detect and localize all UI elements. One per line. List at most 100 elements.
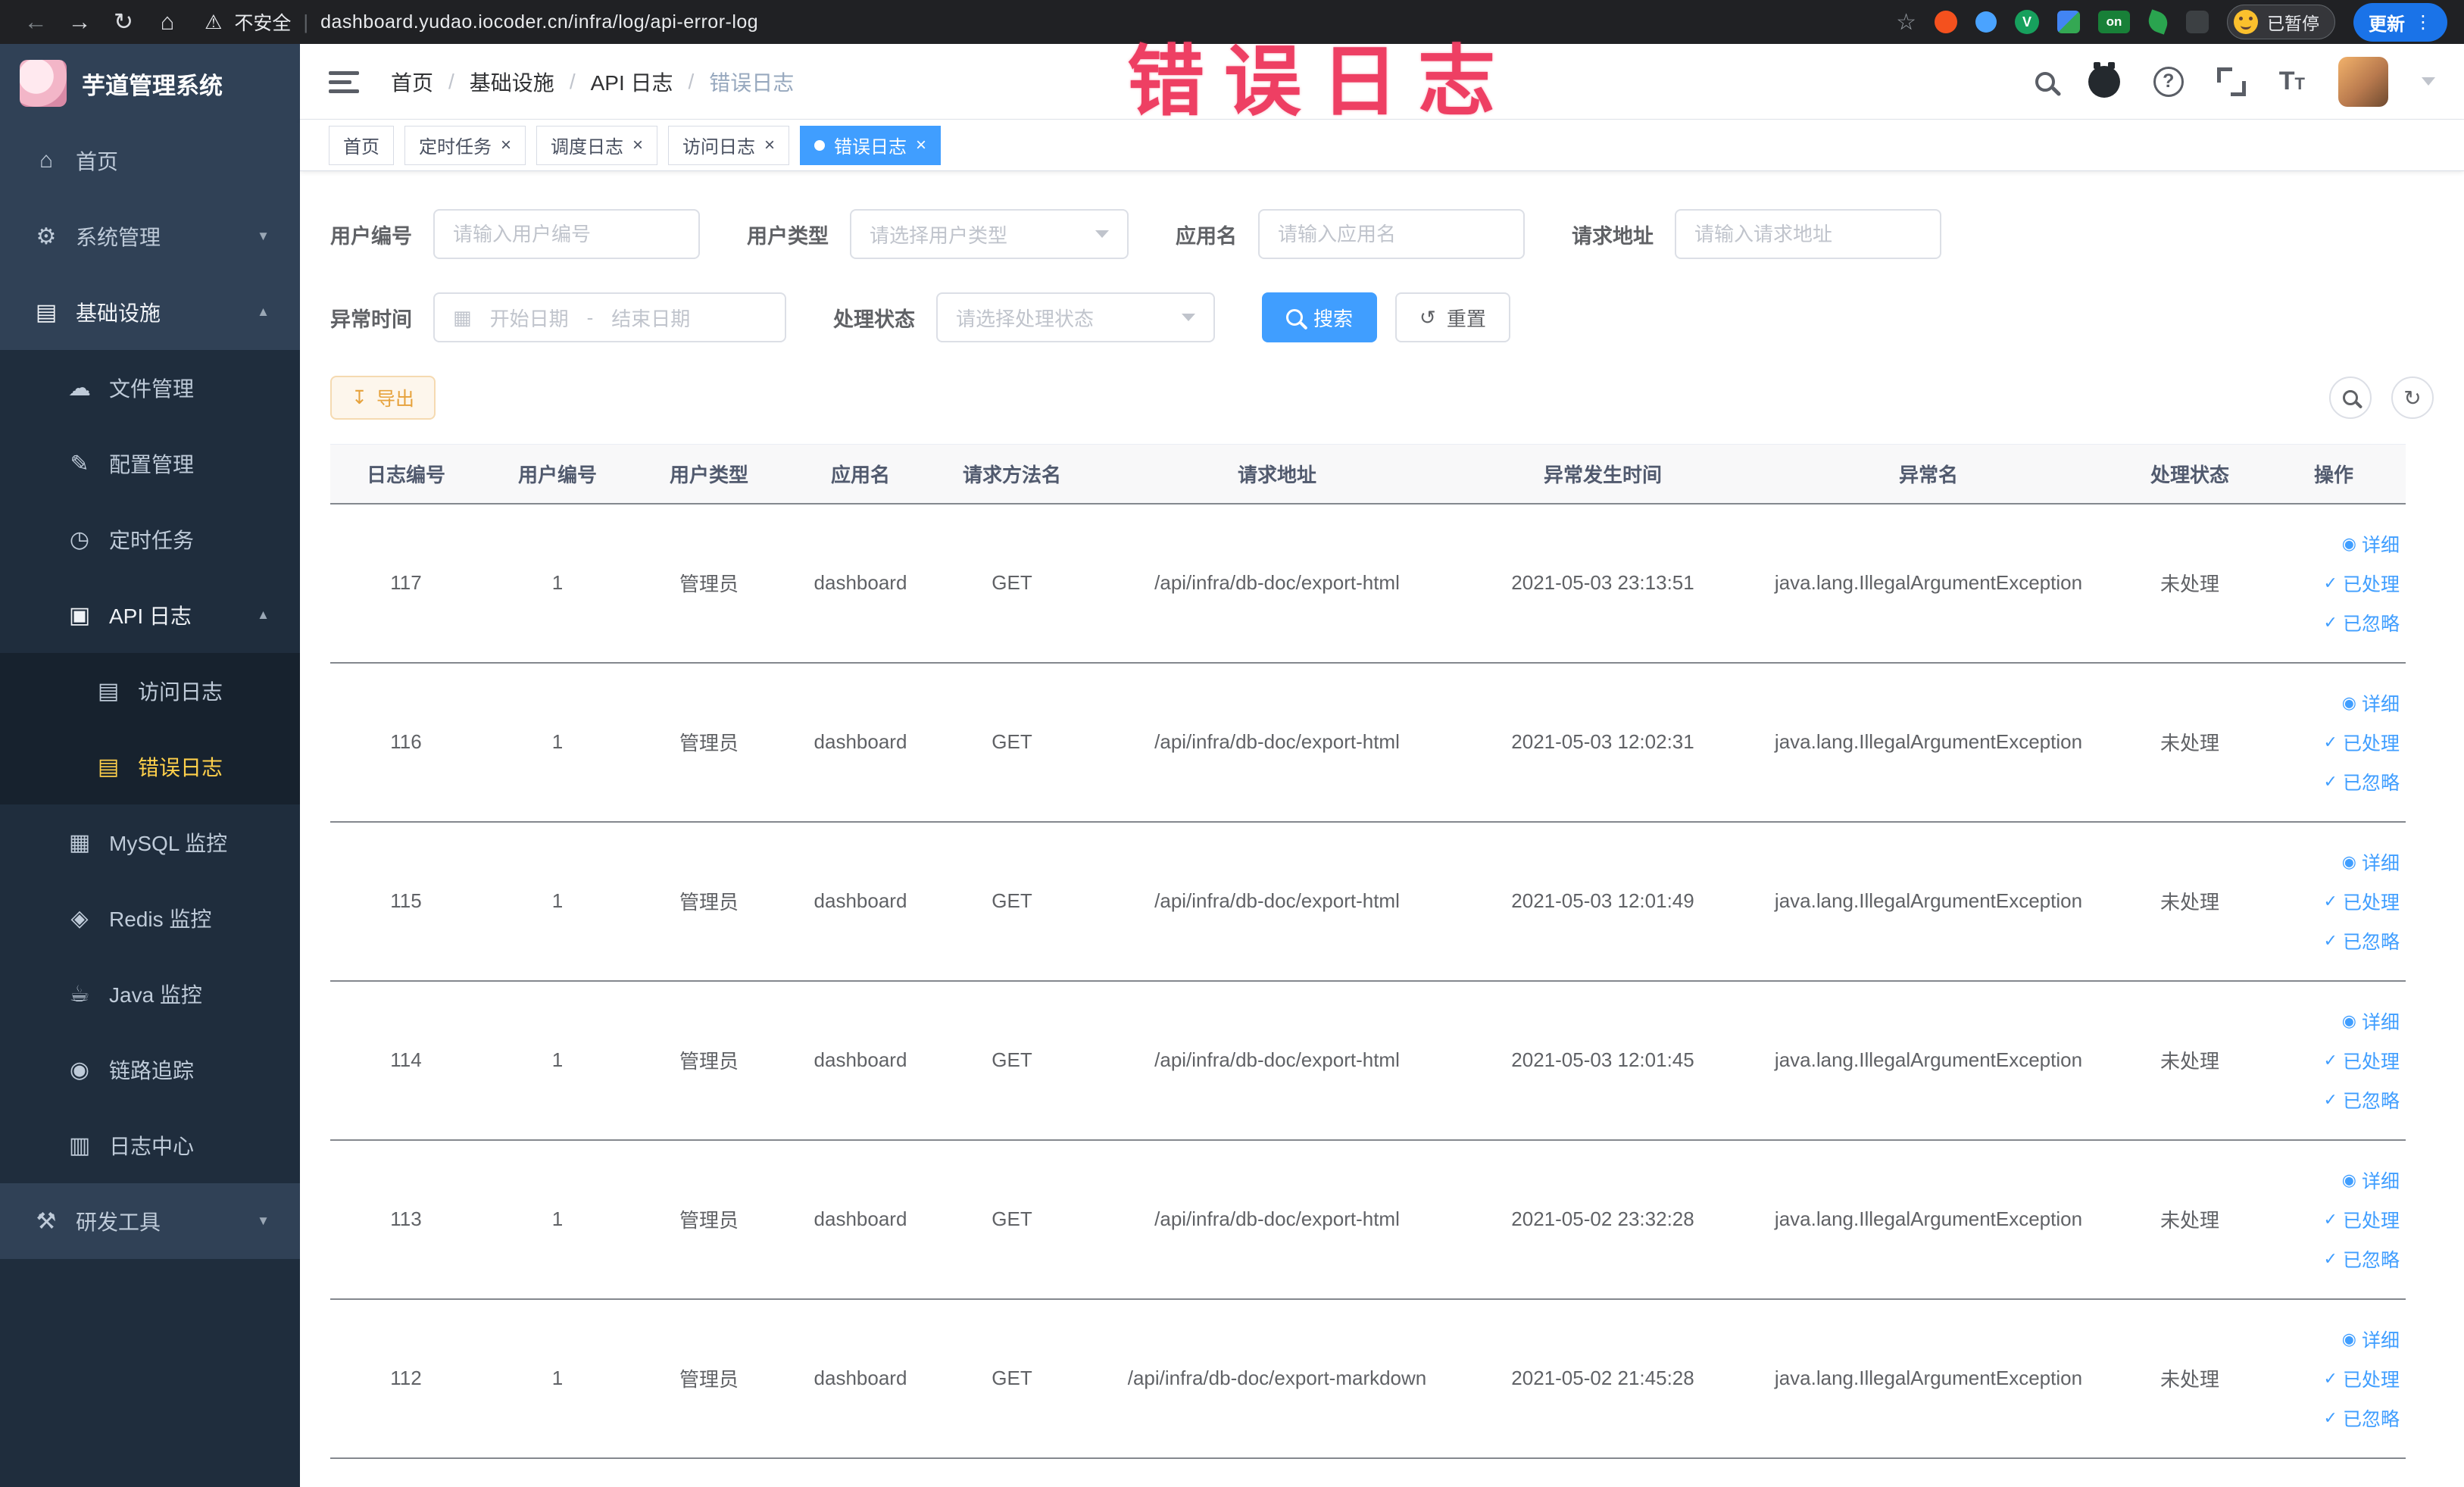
sidebar-item-tracing[interactable]: ◉ 链路追踪 xyxy=(0,1032,300,1107)
app-name-input[interactable] xyxy=(1258,209,1525,259)
sidebar-item-infrastructure[interactable]: ▤ 基础设施 ▲ xyxy=(0,274,300,350)
breadcrumb-item[interactable]: 首页 xyxy=(391,67,433,97)
paused-badge[interactable]: 已暂停 xyxy=(2227,5,2335,39)
sidebar-item-error-log[interactable]: ▤ 错误日志 xyxy=(0,729,300,804)
cell-status: 未处理 xyxy=(2118,662,2262,823)
reset-button[interactable]: ↺ 重置 xyxy=(1395,292,1510,342)
extension-icon[interactable] xyxy=(2057,11,2080,33)
browser-forward-icon[interactable]: → xyxy=(61,8,98,36)
tab-close-icon[interactable]: × xyxy=(501,136,511,155)
browser-update-button[interactable]: 更新 ⋮ xyxy=(2353,2,2447,42)
sidebar-item-redis-monitor[interactable]: ◈ Redis 监控 xyxy=(0,880,300,956)
tab-error-log[interactable]: 错误日志 × xyxy=(800,125,942,165)
page-url[interactable]: dashboard.yudao.iocoder.cn/infra/log/api… xyxy=(320,11,758,33)
github-icon[interactable] xyxy=(2088,61,2120,98)
app-title: 芋道管理系统 xyxy=(82,72,223,99)
help-icon[interactable]: ? xyxy=(2153,66,2184,97)
browser-refresh-icon[interactable]: ↻ xyxy=(105,8,142,36)
extension-icon[interactable] xyxy=(1975,11,1997,33)
tab-access-log[interactable]: 访问日志 × xyxy=(668,125,790,165)
user-type-select[interactable]: 请选择用户类型 xyxy=(850,209,1129,259)
cell-user-id: 1 xyxy=(482,662,633,823)
mark-ignored-link[interactable]: ✓ 已忽略 xyxy=(2324,927,2400,954)
tab-home[interactable]: 首页 xyxy=(329,125,394,165)
avatar-caret-icon[interactable] xyxy=(2422,77,2435,86)
detail-link[interactable]: ◉ 详细 xyxy=(2342,689,2400,717)
extension-icon[interactable]: on xyxy=(2098,11,2130,33)
mark-processed-link[interactable]: ✓ 已处理 xyxy=(2324,1365,2400,1392)
chevron-down-icon: ▼ xyxy=(257,229,270,243)
search-toggle-button[interactable] xyxy=(2329,376,2372,419)
sidebar-item-config-management[interactable]: ✎ 配置管理 xyxy=(0,426,300,501)
sidebar-item-mysql-monitor[interactable]: ▦ MySQL 监控 xyxy=(0,804,300,880)
bookmark-star-icon[interactable]: ☆ xyxy=(1896,9,1916,36)
tab-close-icon[interactable]: × xyxy=(916,136,926,155)
cell-method: GET xyxy=(936,980,1088,1141)
user-id-input[interactable] xyxy=(433,209,700,259)
fullscreen-icon[interactable] xyxy=(2216,67,2246,96)
mark-ignored-link[interactable]: ✓ 已忽略 xyxy=(2324,1404,2400,1432)
process-status-select[interactable]: 请选择处理状态 xyxy=(936,292,1215,342)
sidebar-item-log-center[interactable]: ▥ 日志中心 xyxy=(0,1107,300,1183)
tab-schedule-log[interactable]: 调度日志 × xyxy=(536,125,658,165)
column-header: 用户编号 xyxy=(482,444,633,505)
export-button[interactable]: ↧ 导出 xyxy=(330,376,436,420)
browser-back-icon[interactable]: ← xyxy=(17,8,55,36)
check-icon: ✓ xyxy=(2323,1248,2338,1268)
filter-exception-time: 异常时间 ▦ 开始日期 - 结束日期 xyxy=(330,292,786,342)
extension-icon[interactable]: V xyxy=(2015,10,2039,34)
extension-icon[interactable] xyxy=(2186,11,2209,33)
extension-icon[interactable] xyxy=(1935,11,1957,33)
detail-link[interactable]: ◉ 详细 xyxy=(2342,530,2400,558)
sidebar-item-java-monitor[interactable]: ☕ Java 监控 xyxy=(0,956,300,1032)
refresh-button[interactable]: ↻ xyxy=(2391,376,2434,419)
hamburger-icon[interactable] xyxy=(329,70,359,94)
cell-url: /api/infra/db-doc/export-html xyxy=(1088,821,1466,982)
breadcrumb-item[interactable]: API 日志 xyxy=(591,67,673,97)
filter-row-1: 用户编号 用户类型 请选择用户类型 应用名 请求地址 xyxy=(330,209,2434,259)
logo-image xyxy=(20,60,67,107)
detail-link[interactable]: ◉ 详细 xyxy=(2342,1326,2400,1353)
mark-processed-link[interactable]: ✓ 已处理 xyxy=(2324,1206,2400,1233)
request-url-input[interactable] xyxy=(1675,209,1941,259)
export-button-label: 导出 xyxy=(376,389,414,410)
sidebar-item-file-management[interactable]: ☁ 文件管理 xyxy=(0,350,300,426)
mark-ignored-link[interactable]: ✓ 已忽略 xyxy=(2324,768,2400,795)
mark-processed-link[interactable]: ✓ 已处理 xyxy=(2324,888,2400,915)
table-toolbar: ↧ 导出 ↻ xyxy=(330,376,2434,420)
sidebar-item-system-management[interactable]: ⚙ 系统管理 ▼ xyxy=(0,198,300,274)
detail-link[interactable]: ◉ 详细 xyxy=(2342,1167,2400,1194)
mark-processed-link[interactable]: ✓ 已处理 xyxy=(2324,1047,2400,1074)
tab-close-icon[interactable]: × xyxy=(632,136,643,155)
sidebar-item-home[interactable]: ⌂ 首页 xyxy=(0,123,300,198)
search-button[interactable]: 搜索 xyxy=(1262,292,1378,342)
mark-processed-link[interactable]: ✓ 已处理 xyxy=(2324,729,2400,756)
search-icon[interactable] xyxy=(2035,71,2055,92)
mark-ignored-link[interactable]: ✓ 已忽略 xyxy=(2324,609,2400,636)
sidebar-item-scheduled-jobs[interactable]: ◷ 定时任务 xyxy=(0,501,300,577)
address-bar[interactable]: ⚠ 不安全 | dashboard.yudao.iocoder.cn/infra… xyxy=(205,8,758,36)
check-icon: ✓ xyxy=(2323,612,2338,632)
mark-ignored-link[interactable]: ✓ 已忽略 xyxy=(2324,1245,2400,1273)
eye-icon: ◉ xyxy=(2341,533,2356,553)
extension-icon[interactable] xyxy=(2145,9,2171,35)
tab-close-icon[interactable]: × xyxy=(764,136,775,155)
mark-ignored-link[interactable]: ✓ 已忽略 xyxy=(2324,1086,2400,1114)
sidebar-item-api-logs[interactable]: ▣ API 日志 ▲ xyxy=(0,577,300,653)
tab-label: 错误日志 xyxy=(834,137,907,158)
sidebar-item-dev-tools[interactable]: ⚒ 研发工具 ▼ xyxy=(0,1183,300,1259)
breadcrumb-item[interactable]: 基础设施 xyxy=(470,67,554,97)
log-center-icon: ▥ xyxy=(68,1132,91,1158)
user-avatar[interactable] xyxy=(2338,56,2388,107)
detail-link[interactable]: ◉ 详细 xyxy=(2342,848,2400,876)
browser-home-icon[interactable]: ⌂ xyxy=(148,8,186,36)
mark-processed-link[interactable]: ✓ 已处理 xyxy=(2324,570,2400,597)
tab-scheduled-jobs[interactable]: 定时任务 × xyxy=(404,125,526,165)
cell-user-type: 管理员 xyxy=(633,821,785,982)
sidebar-item-access-log[interactable]: ▤ 访问日志 xyxy=(0,653,300,729)
cell-app: dashboard xyxy=(785,1298,936,1459)
cell-time: 2021-05-03 12:02:31 xyxy=(1466,662,1739,823)
date-range-picker[interactable]: ▦ 开始日期 - 结束日期 xyxy=(433,292,786,342)
font-size-icon[interactable]: TT xyxy=(2279,67,2305,96)
detail-link[interactable]: ◉ 详细 xyxy=(2342,1007,2400,1035)
